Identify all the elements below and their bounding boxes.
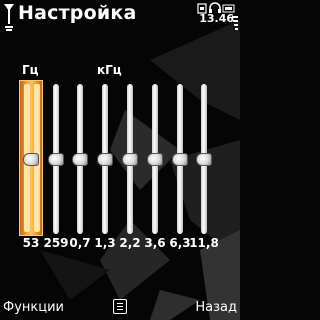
eq-band-slider[interactable] xyxy=(143,80,167,238)
eq-band-slider[interactable] xyxy=(118,80,142,238)
back-softkey[interactable]: Назад xyxy=(195,300,237,315)
clock: 13.46 xyxy=(199,12,234,25)
eq-band-slider[interactable] xyxy=(44,80,68,238)
eq-band-slider[interactable] xyxy=(168,80,192,238)
softkey-bar: Функции Назад xyxy=(0,296,240,320)
band-frequency-labels: 53 259 0,7 1,3 2,2 3,6 6,3 11,8 xyxy=(0,236,240,252)
eq-band-slider[interactable] xyxy=(68,80,92,238)
slider-knob[interactable] xyxy=(196,152,212,166)
slider-knob[interactable] xyxy=(72,152,88,166)
eq-band-slider[interactable] xyxy=(192,80,216,238)
slider-knob[interactable] xyxy=(122,152,138,166)
slider-knob[interactable] xyxy=(172,152,188,166)
eq-band-slider[interactable] xyxy=(93,80,117,238)
battery-level-icon xyxy=(232,16,238,30)
menu-icon[interactable] xyxy=(113,299,127,314)
title-bar: Настройка 13.46 xyxy=(0,0,240,32)
eq-band-slider[interactable] xyxy=(19,80,43,238)
slider-knob[interactable] xyxy=(23,152,39,166)
unit-hz-label: Гц xyxy=(22,63,39,77)
battery-icon xyxy=(222,4,235,13)
slider-knob[interactable] xyxy=(97,152,113,166)
slider-knob[interactable] xyxy=(147,152,163,166)
band-frequency-label: 11,8 xyxy=(189,236,219,250)
equalizer-sliders xyxy=(0,80,240,240)
signal-antenna-icon xyxy=(4,4,14,31)
unit-khz-label: кГц xyxy=(97,63,122,77)
page-title: Настройка xyxy=(18,2,137,24)
options-softkey[interactable]: Функции xyxy=(3,300,64,315)
slider-knob[interactable] xyxy=(48,152,64,166)
